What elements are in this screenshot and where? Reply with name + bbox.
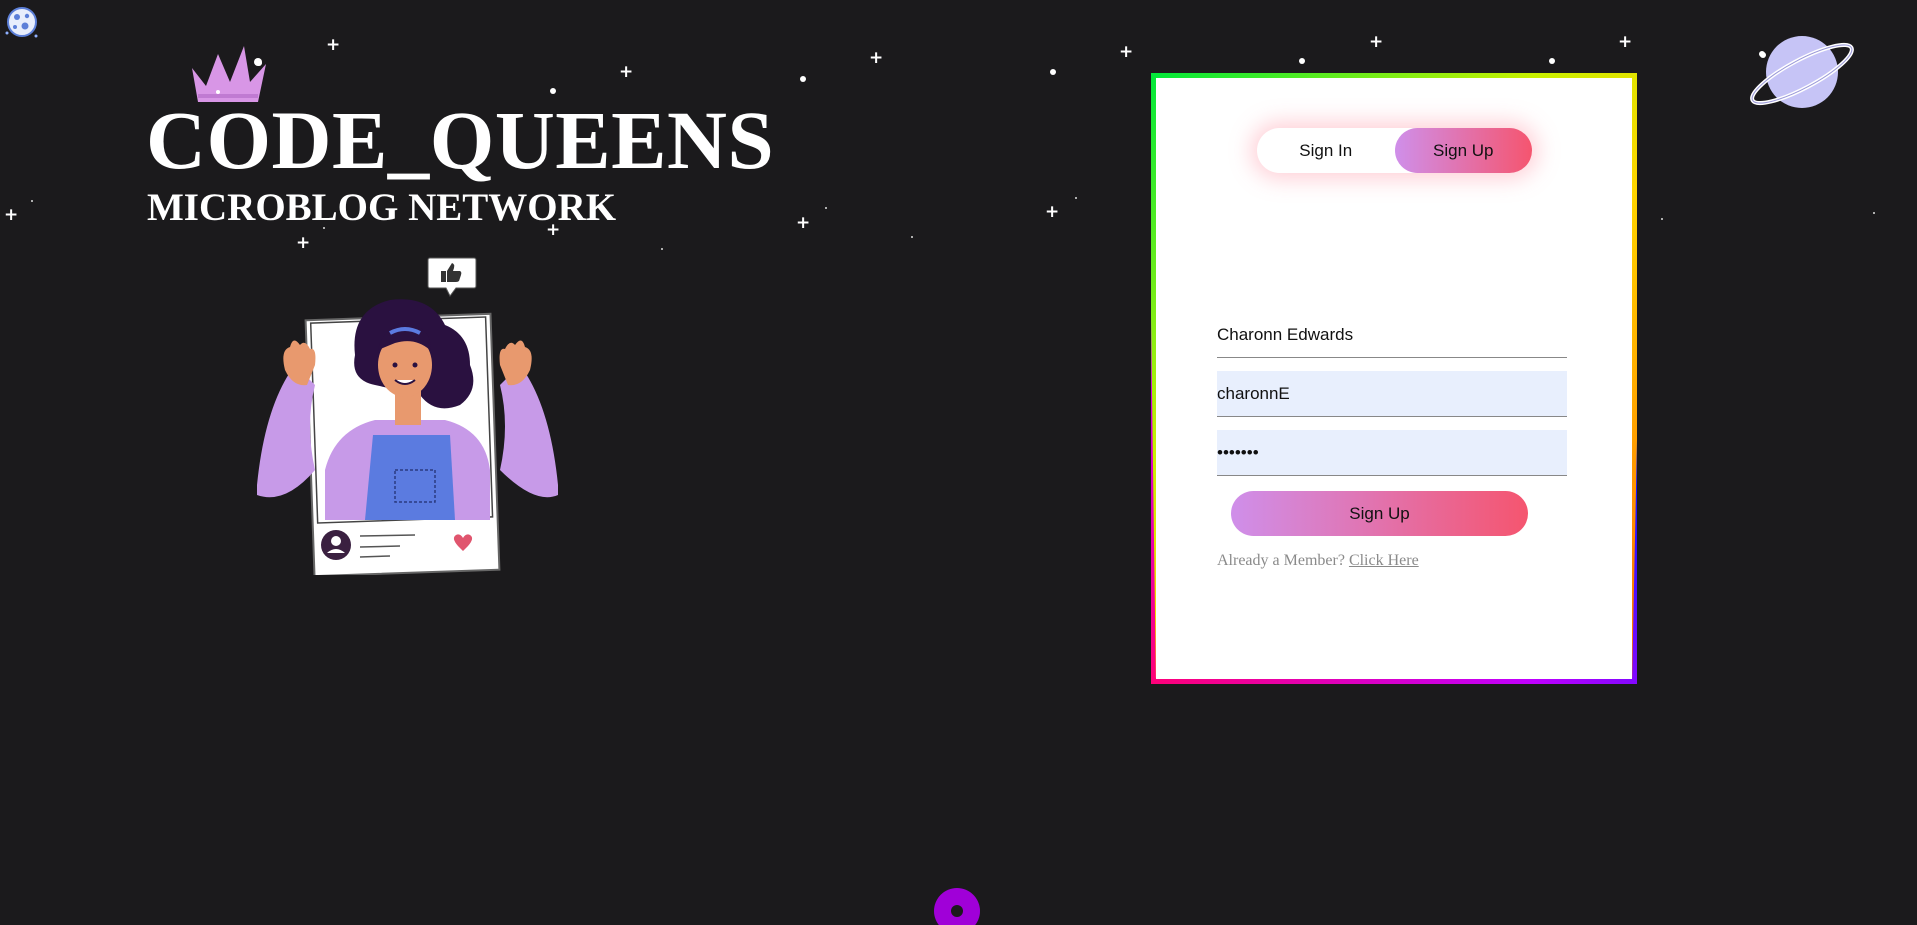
star-icon: + bbox=[869, 48, 884, 68]
star-icon: + bbox=[1045, 202, 1060, 222]
scroll-indicator[interactable] bbox=[934, 888, 980, 925]
star-icon bbox=[1661, 218, 1663, 220]
star-icon: + bbox=[619, 62, 634, 82]
star-icon: + bbox=[796, 213, 811, 233]
tab-sign-up[interactable]: Sign Up bbox=[1394, 128, 1532, 173]
moon-icon bbox=[5, 7, 38, 38]
planet-icon bbox=[1750, 36, 1854, 108]
star-icon: + bbox=[1369, 32, 1384, 52]
star-icon bbox=[1549, 58, 1555, 64]
member-prompt: Already a Member? Click Here bbox=[1217, 552, 1419, 570]
star-icon bbox=[911, 236, 913, 238]
auth-card-body: Sign In Sign Up Sign Up Already a Member… bbox=[1156, 78, 1632, 679]
name-field[interactable] bbox=[1217, 312, 1567, 358]
username-field[interactable] bbox=[1217, 371, 1567, 417]
star-icon: + bbox=[326, 35, 341, 55]
brand-subtitle: MICROBLOG NETWORK bbox=[147, 186, 617, 229]
star-icon: + bbox=[1618, 32, 1633, 52]
click-here-link[interactable]: Click Here bbox=[1349, 552, 1419, 569]
star-icon bbox=[1299, 58, 1305, 64]
profile-illustration bbox=[257, 299, 558, 575]
star-icon bbox=[825, 207, 827, 209]
star-icon: + bbox=[1119, 42, 1134, 62]
star-icon bbox=[1075, 197, 1077, 199]
landing-page: + + + + + + + + + + + CODE_QUEENS MICROB… bbox=[0, 0, 1917, 925]
star-icon bbox=[1050, 69, 1056, 75]
tab-sign-in[interactable]: Sign In bbox=[1257, 128, 1395, 173]
star-icon: + bbox=[296, 233, 311, 253]
star-icon bbox=[800, 76, 806, 82]
star-icon bbox=[31, 200, 33, 202]
auth-card: Sign In Sign Up Sign Up Already a Member… bbox=[1151, 73, 1637, 684]
password-field[interactable] bbox=[1217, 430, 1567, 476]
star-icon bbox=[661, 248, 663, 250]
brand-title: CODE_QUEENS bbox=[146, 94, 775, 186]
sign-up-button[interactable]: Sign Up bbox=[1231, 491, 1528, 536]
member-prompt-text: Already a Member? bbox=[1217, 552, 1345, 569]
auth-mode-toggle: Sign In Sign Up bbox=[1257, 128, 1532, 173]
star-icon bbox=[1873, 212, 1875, 214]
star-icon: + bbox=[4, 205, 19, 225]
